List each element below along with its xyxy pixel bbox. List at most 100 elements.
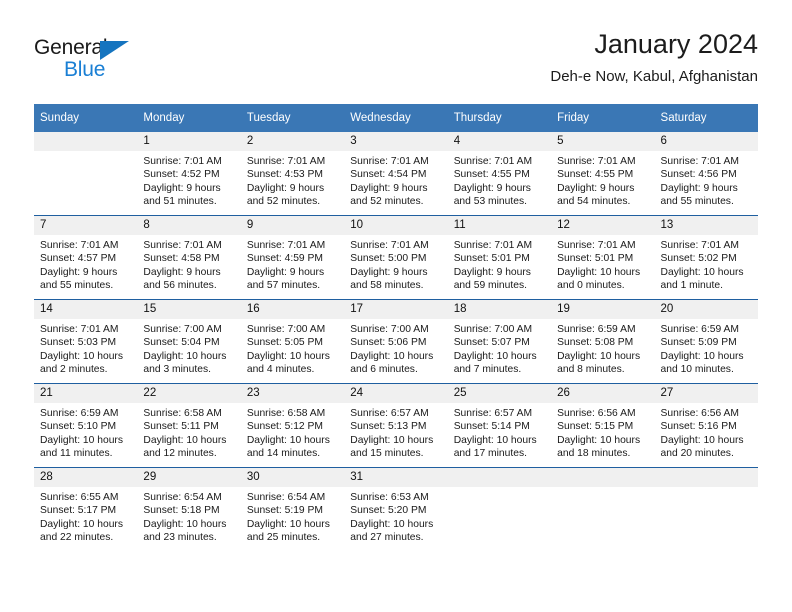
sunrise-text: Sunrise: 7:01 AM [557, 156, 636, 167]
daylight-text-line2: and 17 minutes. [453, 448, 527, 460]
day-number: 22 [137, 384, 241, 403]
day-details: Sunrise: 7:00 AM Sunset: 5:06 PM Daylight:… [344, 319, 447, 377]
day-cell-inner: 25 Sunrise: 6:57 AM Sunset: 5:14 PM Dayligh… [447, 384, 552, 467]
calendar-day-cell[interactable]: 15 Sunrise: 7:00 AM Sunset: 5:04 PM Dayligh… [137, 299, 241, 384]
calendar-day-cell[interactable]: 20 Sunrise: 6:59 AM Sunset: 5:09 PM Dayligh… [654, 299, 758, 384]
sunrise-text: Sunrise: 6:58 AM [246, 408, 326, 419]
daylight-text-line2: and 4 minutes. [246, 364, 315, 376]
calendar-day-cell[interactable]: 24 Sunrise: 6:57 AM Sunset: 5:13 PM Dayligh… [344, 383, 448, 468]
sunrise-text: Sunrise: 7:01 AM [453, 156, 533, 167]
calendar-day-cell[interactable]: 29 Sunrise: 6:54 AM Sunset: 5:18 PM Dayligh… [137, 467, 241, 551]
day-cell-inner: 14 Sunrise: 7:01 AM Sunset: 5:03 PM Dayligh… [34, 300, 138, 383]
day-details: Sunrise: 7:01 AM Sunset: 5:02 PM Daylight:… [655, 235, 758, 293]
daylight-text-line2: and 52 minutes. [246, 196, 321, 208]
daylight-text-line1: Daylight: 10 hours [557, 266, 641, 278]
calendar-day-cell[interactable]: 14 Sunrise: 7:01 AM Sunset: 5:03 PM Dayligh… [34, 299, 138, 384]
daylight-text-line1: Daylight: 10 hours [350, 434, 434, 446]
calendar-day-cell[interactable]: 11 Sunrise: 7:01 AM Sunset: 5:01 PM Dayligh… [447, 215, 552, 300]
day-details: Sunrise: 7:00 AM Sunset: 5:07 PM Daylight:… [448, 319, 551, 377]
daylight-text-line2: and 55 minutes. [660, 196, 734, 208]
calendar-day-cell[interactable]: 28 Sunrise: 6:55 AM Sunset: 5:17 PM Dayligh… [34, 467, 138, 551]
calendar-day-cell[interactable]: 7 Sunrise: 7:01 AM Sunset: 4:57 PM Daylight… [34, 215, 138, 300]
sunset-text: Sunset: 4:55 PM [557, 169, 634, 181]
day-cell-inner: 5 Sunrise: 7:01 AM Sunset: 4:55 PM Daylight… [551, 132, 655, 215]
day-number: 23 [240, 384, 345, 403]
day-details: Sunrise: 7:01 AM Sunset: 4:53 PM Daylight:… [241, 151, 344, 209]
calendar-day-cell[interactable]: 26 Sunrise: 6:56 AM Sunset: 5:15 PM Dayligh… [551, 383, 655, 468]
sunset-text: Sunset: 5:01 PM [557, 253, 634, 265]
logo-text-general: General [34, 36, 108, 59]
daylight-text-line1: Daylight: 10 hours [143, 434, 227, 446]
daylight-text-line1: Daylight: 9 hours [557, 182, 635, 194]
daylight-text-line1: Daylight: 10 hours [143, 350, 227, 362]
calendar-day-cell[interactable]: 2 Sunrise: 7:01 AM Sunset: 4:53 PM Daylight… [240, 132, 345, 216]
calendar-day-cell[interactable]: 22 Sunrise: 6:58 AM Sunset: 5:11 PM Dayligh… [137, 383, 241, 468]
sunset-text: Sunset: 4:55 PM [453, 169, 530, 181]
calendar-page: General Blue January 2024 Deh-e Now, Kab… [0, 0, 792, 612]
calendar-day-cell[interactable]: 12 Sunrise: 7:01 AM Sunset: 5:01 PM Dayligh… [551, 215, 655, 300]
sunset-text: Sunset: 5:13 PM [350, 421, 427, 433]
calendar-day-cell[interactable]: 9 Sunrise: 7:01 AM Sunset: 4:59 PM Daylight… [240, 215, 345, 300]
day-details: Sunrise: 7:01 AM Sunset: 5:01 PM Daylight:… [551, 235, 654, 293]
sunset-text: Sunset: 4:59 PM [246, 253, 323, 265]
sunrise-text: Sunrise: 7:01 AM [246, 156, 326, 167]
sunset-text: Sunset: 5:11 PM [143, 421, 219, 433]
day-cell-inner [34, 132, 138, 215]
calendar-day-cell[interactable]: 10 Sunrise: 7:01 AM Sunset: 5:00 PM Dayligh… [344, 215, 448, 300]
calendar-day-cell[interactable]: 1 Sunrise: 7:01 AM Sunset: 4:52 PM Daylight… [137, 132, 241, 216]
day-cell-inner: 12 Sunrise: 7:01 AM Sunset: 5:01 PM Dayligh… [551, 216, 655, 299]
day-cell-inner: 28 Sunrise: 6:55 AM Sunset: 5:17 PM Dayligh… [34, 468, 138, 551]
calendar-empty-cell [551, 467, 655, 551]
daylight-text-line1: Daylight: 10 hours [350, 518, 434, 530]
day-cell-inner: 7 Sunrise: 7:01 AM Sunset: 4:57 PM Daylight… [34, 216, 138, 299]
weekday-header-tuesday: Tuesday [240, 104, 345, 132]
daylight-text-line2: and 52 minutes. [350, 196, 424, 208]
title-block: January 2024 Deh-e Now, Kabul, Afghanist… [550, 28, 758, 88]
daylight-text-line2: and 54 minutes. [557, 196, 631, 208]
day-details: Sunrise: 6:56 AM Sunset: 5:15 PM Daylight:… [551, 403, 654, 461]
day-details: Sunrise: 6:59 AM Sunset: 5:08 PM Daylight:… [551, 319, 654, 377]
sunset-text: Sunset: 5:01 PM [453, 253, 530, 265]
day-cell-inner: 30 Sunrise: 6:54 AM Sunset: 5:19 PM Dayligh… [240, 468, 345, 551]
calendar-week-row: 28 Sunrise: 6:55 AM Sunset: 5:17 PM Dayligh… [34, 467, 758, 551]
calendar-day-cell[interactable]: 17 Sunrise: 7:00 AM Sunset: 5:06 PM Dayligh… [344, 299, 448, 384]
sunrise-text: Sunrise: 6:54 AM [143, 492, 222, 503]
day-number: 3 [344, 132, 448, 151]
sunset-text: Sunset: 5:10 PM [40, 421, 117, 433]
day-details: Sunrise: 6:55 AM Sunset: 5:17 PM Daylight:… [34, 487, 137, 545]
calendar-day-cell[interactable]: 8 Sunrise: 7:01 AM Sunset: 4:58 PM Daylight… [137, 215, 241, 300]
day-cell-inner [551, 468, 655, 551]
day-details: Sunrise: 6:56 AM Sunset: 5:16 PM Daylight:… [655, 403, 758, 461]
calendar-day-cell[interactable]: 30 Sunrise: 6:54 AM Sunset: 5:19 PM Dayligh… [240, 467, 345, 551]
daylight-text-line2: and 56 minutes. [143, 280, 217, 292]
calendar-day-cell[interactable]: 4 Sunrise: 7:01 AM Sunset: 4:55 PM Daylight… [447, 132, 552, 216]
day-number: 20 [654, 300, 758, 319]
calendar-day-cell[interactable]: 18 Sunrise: 7:00 AM Sunset: 5:07 PM Dayligh… [447, 299, 552, 384]
calendar-table: Sunday Monday Tuesday Wednesday Thursday Frid… [34, 104, 758, 551]
day-cell-inner: 2 Sunrise: 7:01 AM Sunset: 4:53 PM Daylight… [240, 132, 345, 215]
day-number: 13 [654, 216, 758, 235]
sunrise-text: Sunrise: 6:56 AM [660, 408, 739, 419]
calendar-day-cell[interactable]: 25 Sunrise: 6:57 AM Sunset: 5:14 PM Dayligh… [447, 383, 552, 468]
calendar-day-cell[interactable]: 3 Sunrise: 7:01 AM Sunset: 4:54 PM Daylight… [344, 132, 448, 216]
calendar-day-cell[interactable]: 19 Sunrise: 6:59 AM Sunset: 5:08 PM Dayligh… [551, 299, 655, 384]
sunset-text: Sunset: 4:53 PM [246, 169, 323, 181]
daylight-text-line1: Daylight: 10 hours [557, 350, 641, 362]
sunset-text: Sunset: 5:06 PM [350, 337, 427, 349]
calendar-day-cell[interactable]: 23 Sunrise: 6:58 AM Sunset: 5:12 PM Dayligh… [240, 383, 345, 468]
calendar-day-cell[interactable]: 21 Sunrise: 6:59 AM Sunset: 5:10 PM Dayligh… [34, 383, 138, 468]
calendar-day-cell[interactable]: 31 Sunrise: 6:53 AM Sunset: 5:20 PM Dayligh… [344, 467, 448, 551]
day-number: 1 [137, 132, 241, 151]
calendar-day-cell[interactable]: 13 Sunrise: 7:01 AM Sunset: 5:02 PM Dayligh… [654, 215, 758, 300]
sunrise-text: Sunrise: 6:59 AM [557, 324, 636, 335]
daylight-text-line2: and 57 minutes. [246, 280, 321, 292]
calendar-day-cell[interactable]: 5 Sunrise: 7:01 AM Sunset: 4:55 PM Daylight… [551, 132, 655, 216]
page-title: January 2024 [594, 29, 758, 59]
day-cell-inner [447, 468, 552, 551]
day-number: 2 [240, 132, 345, 151]
daylight-text-line2: and 58 minutes. [350, 280, 424, 292]
day-cell-inner: 18 Sunrise: 7:00 AM Sunset: 5:07 PM Dayligh… [447, 300, 552, 383]
calendar-day-cell[interactable]: 6 Sunrise: 7:01 AM Sunset: 4:56 PM Daylight… [654, 132, 758, 216]
calendar-day-cell[interactable]: 27 Sunrise: 6:56 AM Sunset: 5:16 PM Dayligh… [654, 383, 758, 468]
calendar-day-cell[interactable]: 16 Sunrise: 7:00 AM Sunset: 5:05 PM Dayligh… [240, 299, 345, 384]
